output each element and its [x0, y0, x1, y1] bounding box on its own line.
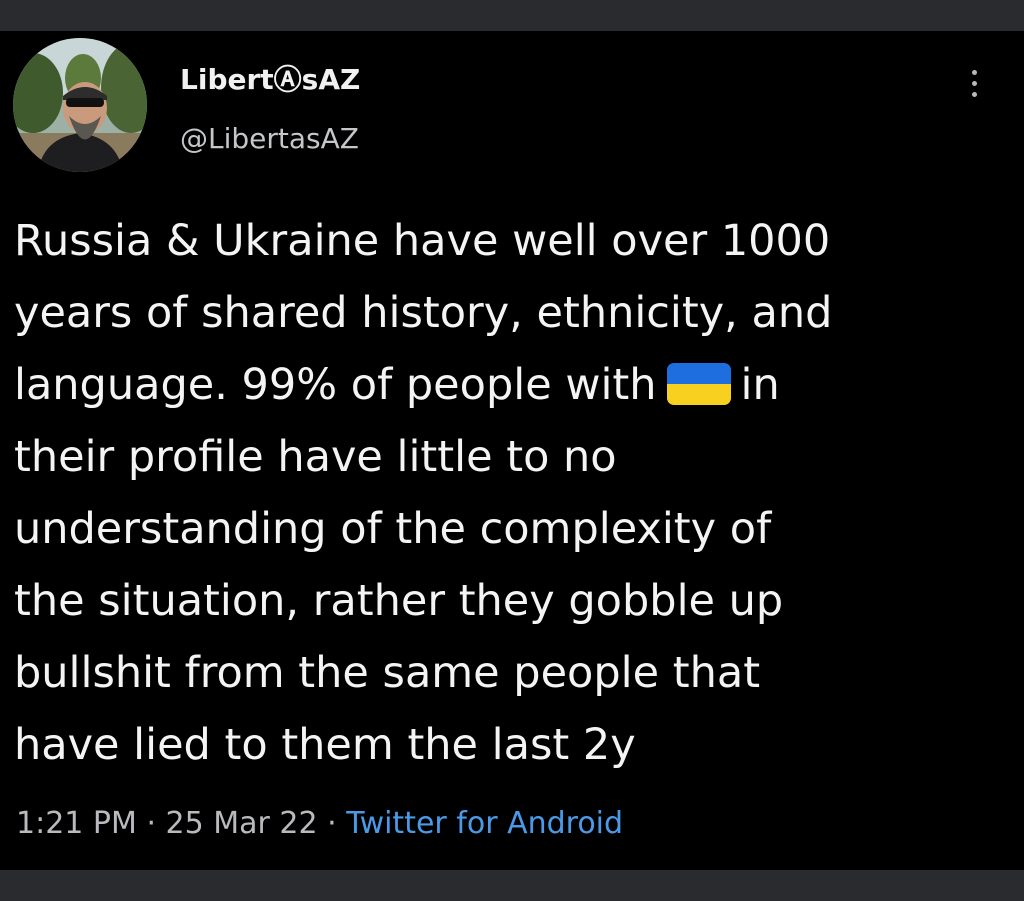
meta-separator: ·: [146, 806, 156, 841]
vertical-ellipsis-icon-dot: [971, 91, 977, 97]
tweet-text-line: language. 99% of people with in: [14, 349, 1004, 421]
tweet-text-line: their profile have little to no: [14, 432, 617, 482]
avatar-photo: [13, 38, 147, 172]
tweet-card: LibertⒶsAZ @LibertasAZ Russia & Ukraine …: [0, 31, 1024, 870]
vertical-ellipsis-icon-dot: [971, 80, 977, 86]
tweet-text-line: Russia & Ukraine have well over 1000: [14, 216, 831, 266]
display-name[interactable]: LibertⒶsAZ: [180, 63, 360, 97]
ukraine-flag-emoji-icon: [666, 362, 731, 405]
tweet-text-line: the situation, rather they gobble up: [14, 576, 784, 626]
bottom-frame-strip: [0, 870, 1024, 901]
tweet-text-line: understanding of the complexity of: [14, 504, 772, 554]
tweet-date: 25 Mar 22: [165, 806, 318, 841]
tweet-metadata: 1:21 PM · 25 Mar 22 · Twitter for Androi…: [16, 805, 623, 843]
avatar[interactable]: [13, 38, 147, 172]
tweet-time: 1:21 PM: [16, 806, 137, 841]
top-frame-strip: [0, 0, 1024, 31]
tweet-source-link[interactable]: Twitter for Android: [346, 806, 623, 841]
tweet-text-line: have lied to them the last 2y: [14, 720, 636, 770]
tweet-text-line: bullshit from the same people that: [14, 648, 761, 698]
tweet-text-fragment: language. 99% of people with: [14, 360, 657, 410]
screenshot-frame: LibertⒶsAZ @LibertasAZ Russia & Ukraine …: [0, 0, 1024, 901]
tweet-text-fragment: in: [740, 360, 780, 410]
tweet-text-line: years of shared history, ethnicity, and: [14, 288, 833, 338]
vertical-ellipsis-icon: [971, 69, 977, 75]
tweet-text: Russia & Ukraine have well over 1000 yea…: [14, 205, 1004, 781]
more-options-button[interactable]: [960, 61, 988, 105]
user-handle[interactable]: @LibertasAZ: [180, 122, 359, 156]
meta-separator: ·: [327, 806, 337, 841]
